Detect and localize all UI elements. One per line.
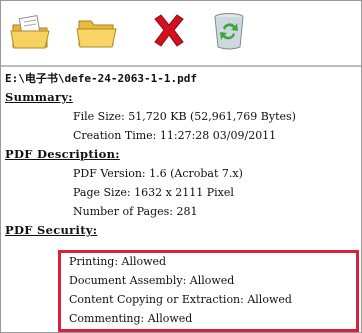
document-assembly-permission: Document Assembly: Allowed	[69, 274, 235, 287]
recycle-bin-icon[interactable]	[207, 9, 251, 53]
file-size: File Size: 51,720 KB (52,961,769 Bytes)	[73, 110, 296, 123]
toolbar	[1, 1, 361, 63]
file-path: E:\电子书\defe-24-2063-1-1.pdf	[5, 72, 197, 85]
printing-permission: Printing: Allowed	[69, 255, 167, 268]
open-file-icon[interactable]	[9, 9, 53, 53]
summary-heading: Summary:	[5, 90, 73, 104]
pdf-version: PDF Version: 1.6 (Acrobat 7.x)	[73, 167, 243, 180]
page-size: Page Size: 1632 x 2111 Pixel	[73, 186, 234, 199]
toolbar-divider	[1, 65, 361, 67]
open-folder-icon[interactable]	[75, 9, 119, 53]
creation-time: Creation Time: 11:27:28 03/09/2011	[73, 129, 277, 142]
number-of-pages: Number of Pages: 281	[73, 205, 198, 218]
pdf-security-heading: PDF Security:	[5, 223, 98, 237]
remove-icon[interactable]	[147, 9, 191, 53]
pdf-description-heading: PDF Description:	[5, 147, 120, 161]
content-copying-permission: Content Copying or Extraction: Allowed	[69, 293, 292, 306]
commenting-permission: Commenting: Allowed	[69, 312, 193, 325]
pdf-info-window: E:\电子书\defe-24-2063-1-1.pdf Summary: Fil…	[0, 0, 362, 333]
